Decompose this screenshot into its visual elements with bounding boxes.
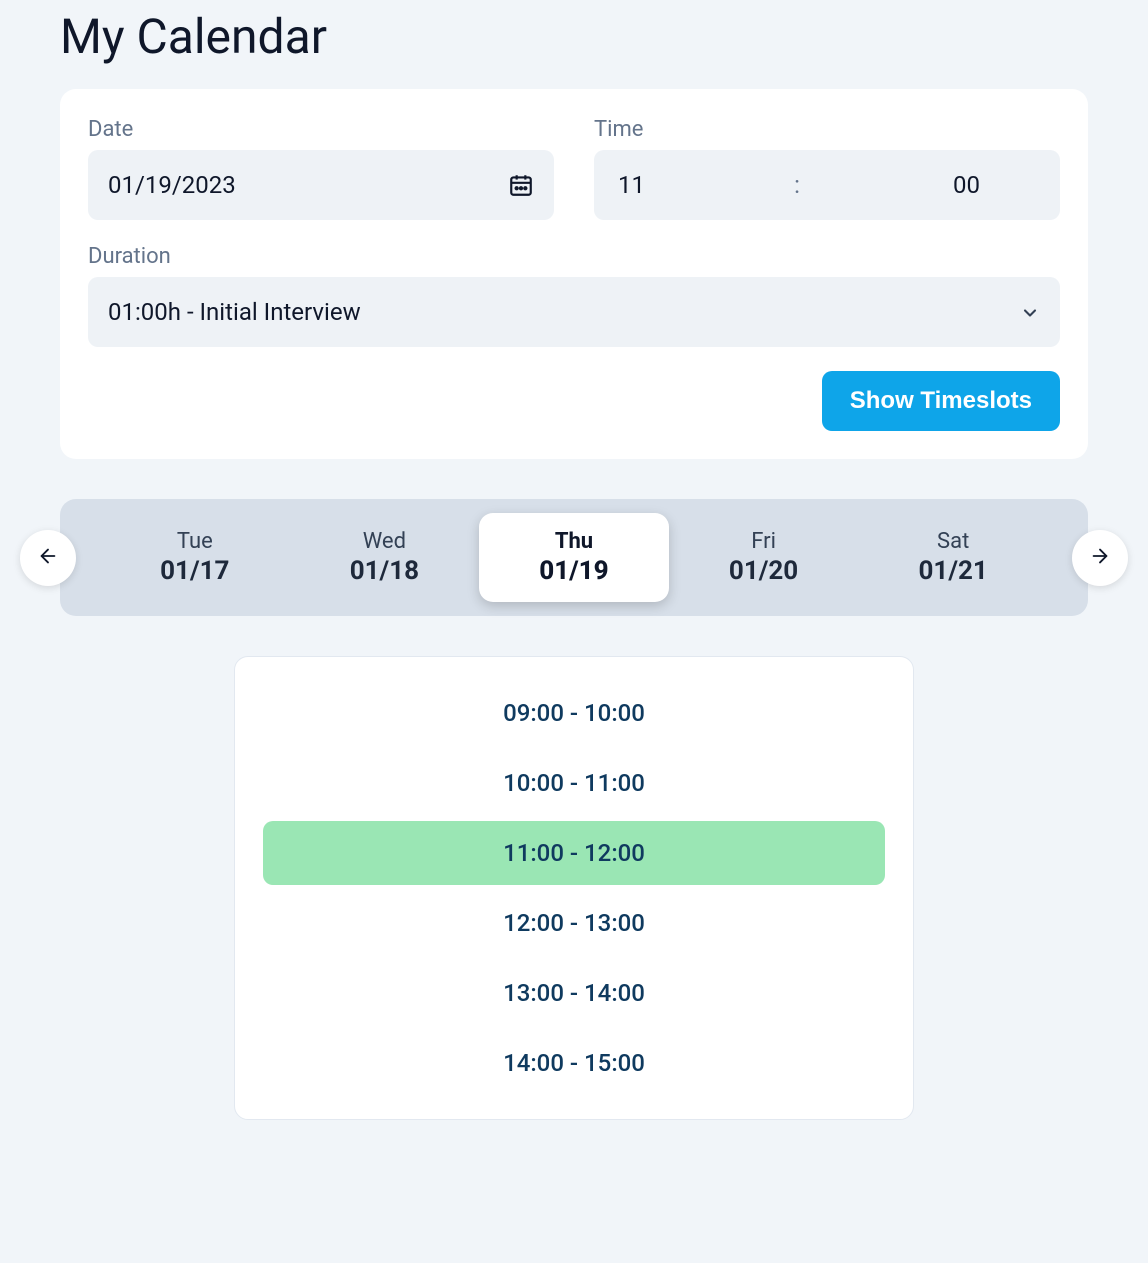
arrow-right-icon	[1089, 545, 1111, 570]
timeslot[interactable]: 11:00 - 12:00	[263, 821, 885, 885]
timeslot[interactable]: 09:00 - 10:00	[263, 681, 885, 745]
duration-label: Duration	[88, 244, 1060, 269]
day-cell[interactable]: Tue01/17	[100, 513, 290, 602]
timeslot[interactable]: 13:00 - 14:00	[263, 961, 885, 1025]
day-date: 01/21	[866, 556, 1040, 586]
day-cell[interactable]: Fri01/20	[669, 513, 859, 602]
show-timeslots-button[interactable]: Show Timeslots	[822, 371, 1060, 431]
date-input[interactable]: 01/19/2023	[88, 150, 554, 220]
arrow-left-icon	[37, 545, 59, 570]
day-of-week: Sat	[866, 529, 1040, 554]
time-hour[interactable]: 11	[614, 171, 786, 199]
next-day-button[interactable]	[1072, 530, 1128, 586]
timeslot-list: 09:00 - 10:0010:00 - 11:0011:00 - 12:001…	[234, 656, 914, 1120]
day-date: 01/17	[108, 556, 282, 586]
time-group: Time 11 : 00	[594, 117, 1060, 220]
day-of-week: Thu	[487, 529, 661, 554]
duration-value: 01:00h - Initial Interview	[108, 298, 361, 326]
date-group: Date 01/19/2023	[88, 117, 554, 220]
date-label: Date	[88, 117, 554, 142]
day-date: 01/19	[487, 556, 661, 586]
day-date: 01/18	[298, 556, 472, 586]
timeslot[interactable]: 10:00 - 11:00	[263, 751, 885, 815]
day-selector: Tue01/17Wed01/18Thu01/19Fri01/20Sat01/21	[60, 499, 1088, 616]
day-cell[interactable]: Sat01/21	[858, 513, 1048, 602]
page-title: My Calendar	[60, 8, 1088, 65]
timeslot[interactable]: 12:00 - 13:00	[263, 891, 885, 955]
calendar-icon[interactable]	[508, 172, 534, 198]
day-of-week: Wed	[298, 529, 472, 554]
time-label: Time	[594, 117, 1060, 142]
duration-group: Duration 01:00h - Initial Interview	[88, 244, 1060, 347]
day-date: 01/20	[677, 556, 851, 586]
time-minute[interactable]: 00	[808, 171, 1040, 199]
prev-day-button[interactable]	[20, 530, 76, 586]
time-input[interactable]: 11 : 00	[594, 150, 1060, 220]
day-cell[interactable]: Wed01/18	[290, 513, 480, 602]
chevron-down-icon	[1020, 302, 1040, 322]
day-cell[interactable]: Thu01/19	[479, 513, 669, 602]
duration-select[interactable]: 01:00h - Initial Interview	[88, 277, 1060, 347]
day-of-week: Fri	[677, 529, 851, 554]
timeslot[interactable]: 14:00 - 15:00	[263, 1031, 885, 1095]
booking-form-card: Date 01/19/2023 Time	[60, 89, 1088, 459]
day-of-week: Tue	[108, 529, 282, 554]
time-colon: :	[786, 171, 808, 199]
date-value: 01/19/2023	[108, 171, 508, 199]
